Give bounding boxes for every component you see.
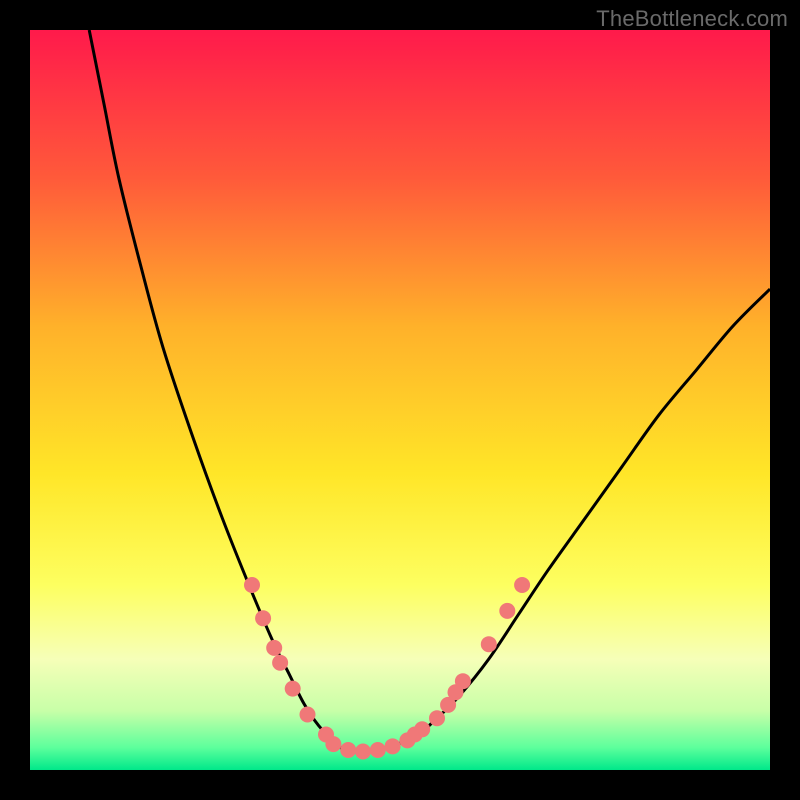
benchmark-dot [499, 603, 515, 619]
benchmark-dot [300, 707, 316, 723]
benchmark-dot [385, 738, 401, 754]
benchmark-dot [355, 744, 371, 760]
benchmark-dot [455, 673, 471, 689]
benchmark-dot [370, 742, 386, 758]
watermark-text: TheBottleneck.com [596, 6, 788, 32]
benchmark-dot [481, 636, 497, 652]
benchmark-dot [266, 640, 282, 656]
benchmark-dot [414, 721, 430, 737]
benchmark-dot [514, 577, 530, 593]
benchmark-dot [285, 681, 301, 697]
benchmark-dot [255, 610, 271, 626]
benchmark-dot [272, 655, 288, 671]
benchmark-dot [340, 742, 356, 758]
benchmark-dot [429, 710, 445, 726]
benchmark-dot [244, 577, 260, 593]
bottleneck-chart [30, 30, 770, 770]
chart-background [30, 30, 770, 770]
benchmark-dot [325, 736, 341, 752]
